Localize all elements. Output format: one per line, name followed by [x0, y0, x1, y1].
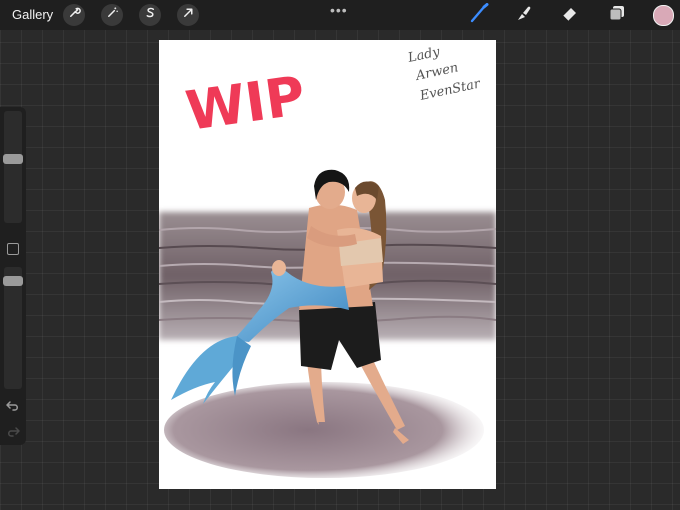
signature-line-1: Lady: [406, 44, 442, 66]
adjustments-button[interactable]: [101, 4, 123, 26]
drawing-canvas[interactable]: WIP Lady Arwen EvenStar: [159, 40, 496, 489]
redo-icon: [8, 427, 20, 437]
smudge-tool[interactable]: [512, 3, 536, 27]
artwork: WIP Lady Arwen EvenStar: [159, 44, 496, 478]
brush-size-slider[interactable]: [4, 111, 22, 223]
eraser-tool[interactable]: [558, 3, 582, 27]
redo-button[interactable]: [5, 425, 21, 439]
gallery-button[interactable]: Gallery: [12, 7, 53, 22]
selection-button[interactable]: [139, 4, 161, 26]
actions-wrench-button[interactable]: [63, 4, 85, 26]
menu-dots[interactable]: •••: [330, 2, 348, 18]
modify-button[interactable]: [7, 243, 19, 255]
selection-s-icon: [144, 6, 157, 24]
signature-line-2: Arwen: [414, 60, 460, 84]
left-sidebar: [0, 107, 26, 445]
magic-wand-icon: [106, 6, 119, 24]
layers-tool[interactable]: [605, 3, 629, 27]
signature: Lady Arwen EvenStar: [406, 44, 483, 104]
opacity-slider-thumb[interactable]: [3, 275, 23, 286]
wrench-icon: [68, 6, 81, 24]
undo-icon: [6, 401, 18, 411]
arrow-cursor-icon: [182, 6, 195, 24]
layers-icon: [607, 3, 627, 28]
wip-text: WIP: [182, 64, 309, 143]
brush-icon: [469, 2, 489, 28]
undo-button[interactable]: [5, 399, 21, 413]
brush-size-slider-thumb[interactable]: [3, 153, 23, 164]
color-picker-swatch[interactable]: [653, 5, 674, 26]
transform-button[interactable]: [177, 4, 199, 26]
ground-shadow: [164, 382, 484, 478]
top-toolbar: Gallery •••: [0, 0, 680, 30]
brush-tool[interactable]: [467, 2, 491, 28]
eraser-icon: [560, 3, 580, 28]
smudge-icon: [514, 3, 534, 28]
